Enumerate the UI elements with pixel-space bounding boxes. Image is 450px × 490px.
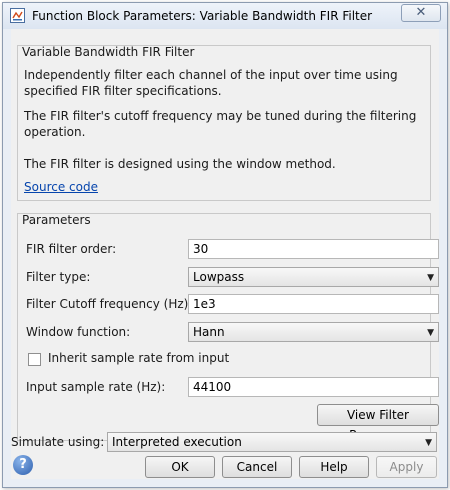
- block-description-panel: Variable Bandwidth FIR Filter Independen…: [17, 45, 431, 201]
- sample-rate-field[interactable]: 44100: [188, 377, 439, 397]
- view-filter-response-button[interactable]: View Filter Response: [317, 404, 439, 442]
- help-button[interactable]: Help: [299, 456, 369, 478]
- simulate-using-label: Simulate using:: [11, 435, 105, 449]
- window-function-label: Window function:: [26, 325, 131, 339]
- close-icon: ✕: [415, 5, 427, 20]
- inherit-sample-rate-label[interactable]: Inherit sample rate from input: [48, 351, 229, 365]
- apply-button[interactable]: Apply: [376, 456, 437, 478]
- ok-button[interactable]: OK: [145, 456, 215, 478]
- description-text-2: The FIR filter's cutoff frequency may be…: [24, 109, 417, 139]
- chevron-down-icon: ▼: [425, 438, 432, 448]
- source-code-link[interactable]: Source code: [24, 180, 98, 194]
- block-name: Variable Bandwidth FIR Filter: [22, 45, 195, 59]
- cancel-button[interactable]: Cancel: [222, 456, 292, 478]
- filter-order-field[interactable]: 30: [188, 239, 439, 259]
- description-text-3: The FIR filter is designed using the win…: [24, 157, 336, 171]
- simulink-block-icon: [10, 8, 25, 23]
- help-icon[interactable]: ?: [13, 455, 33, 475]
- inherit-sample-rate-checkbox[interactable]: [28, 353, 41, 366]
- simulate-using-value: Interpreted execution: [112, 435, 242, 449]
- sample-rate-label: Input sample rate (Hz):: [26, 380, 166, 394]
- simulate-using-select[interactable]: Interpreted execution ▼: [107, 432, 437, 452]
- window-function-value: Hann: [193, 325, 225, 339]
- description-text-1: Independently filter each channel of the…: [24, 68, 398, 98]
- chevron-down-icon: ▼: [427, 328, 434, 338]
- filter-type-select[interactable]: Lowpass ▼: [188, 267, 439, 287]
- chevron-down-icon: ▼: [427, 273, 434, 283]
- window-function-select[interactable]: Hann ▼: [188, 322, 439, 342]
- close-button[interactable]: ✕: [401, 4, 441, 22]
- cutoff-frequency-field[interactable]: 1e3: [188, 294, 439, 314]
- parameters-panel: Parameters FIR filter order: 30 Filter t…: [17, 213, 439, 442]
- dialog-content: Variable Bandwidth FIR Filter Independen…: [11, 29, 439, 479]
- parameters-title: Parameters: [22, 213, 91, 227]
- cutoff-frequency-label: Filter Cutoff frequency (Hz):: [26, 297, 193, 311]
- title-bar[interactable]: Function Block Parameters: Variable Band…: [3, 3, 447, 29]
- filter-type-label: Filter type:: [26, 270, 91, 284]
- dialog-window: Function Block Parameters: Variable Band…: [2, 2, 448, 488]
- window-title: Function Block Parameters: Variable Band…: [32, 9, 373, 23]
- filter-type-value: Lowpass: [193, 270, 245, 284]
- filter-order-label: FIR filter order:: [26, 242, 117, 256]
